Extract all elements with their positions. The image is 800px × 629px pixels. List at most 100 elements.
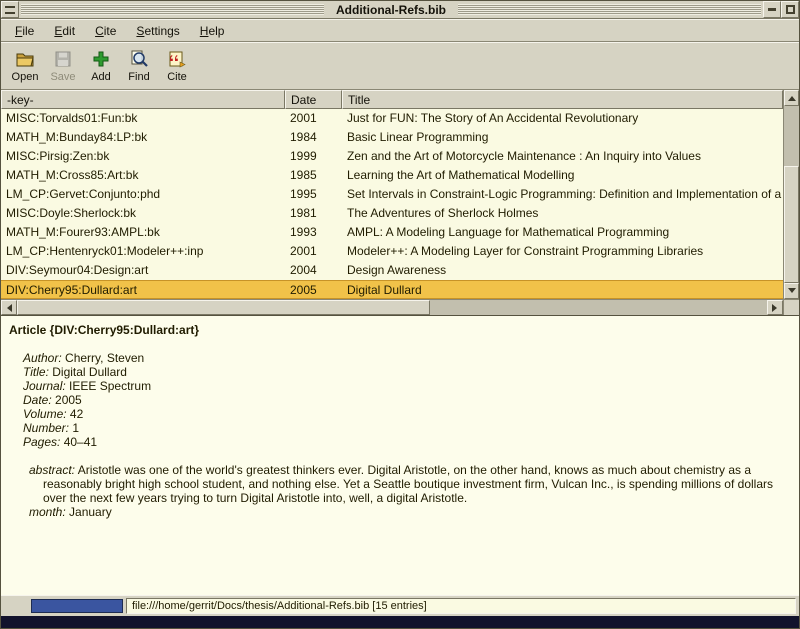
detail-field-journal: Journal: IEEE Spectrum [23,379,791,393]
row-title: Design Awareness [342,261,783,280]
field-label: month: [29,505,66,519]
row-key: MISC:Pirsig:Zen:bk [1,147,285,166]
vertical-scroll-thumb[interactable] [784,166,799,283]
field-label: abstract: [29,463,75,477]
scroll-left-icon [3,304,12,312]
find-magnifier-icon [129,49,149,69]
scroll-up-icon [788,92,796,101]
detail-field-date: Date: 2005 [23,393,791,407]
table-row[interactable]: MATH_M:Bunday84:LP:bk 1984 Basic Linear … [1,128,783,147]
menu-edit[interactable]: Edit [46,21,83,41]
entry-heading: Article {DIV:Cherry95:Dullard:art} [9,323,791,337]
minimize-button[interactable] [763,1,781,18]
titlebar-ridge [458,4,761,15]
status-text: file:///home/gerrit/Docs/thesis/Addition… [126,598,796,614]
detail-field-author: Author: Cherry, Steven [23,351,791,365]
horizontal-scroll-track[interactable] [17,300,767,315]
row-title: Digital Dullard [342,281,783,298]
window-menu-icon [5,6,15,14]
minimize-icon [768,8,776,11]
field-label: Number: [23,421,69,435]
menu-help[interactable]: Help [192,21,233,41]
row-title: Basic Linear Programming [342,128,783,147]
detail-field-pages: Pages: 40–41 [23,435,791,449]
toolbar-button add-button[interactable]: Add [83,44,119,88]
menubar: File Edit Cite Settings Help [1,19,799,42]
table-row[interactable]: DIV:Cherry95:Dullard:art 2005 Digital Du… [1,280,783,299]
save-floppy-icon [53,49,73,69]
row-key: MATH_M:Cross85:Art:bk [1,166,285,185]
titlebar[interactable]: Additional-Refs.bib [1,1,799,19]
row-title: Learning the Art of Mathematical Modelli… [342,166,783,185]
bottom-strip [1,616,799,628]
toolbar-button cite-button[interactable]: Cite [159,44,195,88]
row-date: 2004 [285,261,342,280]
row-date: 2001 [285,242,342,261]
menu-cite[interactable]: Cite [87,21,124,41]
row-title: The Adventures of Sherlock Holmes [342,204,783,223]
open-folder-icon [15,49,35,69]
table-row[interactable]: MISC:Doyle:Sherlock:bk 1981 The Adventur… [1,204,783,223]
row-date: 1995 [285,185,342,204]
scroll-left-button[interactable] [1,300,17,315]
horizontal-scroll-thumb[interactable] [17,300,430,315]
row-title: Just for FUN: The Story of An Accidental… [342,109,783,128]
field-label: Journal: [23,379,66,393]
table-body: MISC:Torvalds01:Fun:bk 2001 Just for FUN… [1,109,783,299]
toolbar-button-label: Add [91,71,111,83]
row-key: DIV:Seymour04:Design:art [1,261,285,280]
row-title: Zen and the Art of Motorcycle Maintenanc… [342,147,783,166]
table-row[interactable]: MATH_M:Cross85:Art:bk 1985 Learning the … [1,166,783,185]
toolbar-button-label: Cite [167,71,187,83]
field-value: Digital Dullard [52,365,127,379]
scroll-up-button[interactable] [784,90,799,106]
field-label: Pages: [23,435,60,449]
detail-field-abstract: abstract: Aristotle was one of the world… [29,463,781,505]
table-header: -key- Date Title [1,90,783,109]
row-date: 1981 [285,204,342,223]
window-menu-button[interactable] [1,1,19,18]
table-row[interactable]: MATH_M:Fourer93:AMPL:bk 1993 AMPL: A Mod… [1,223,783,242]
row-key: LM_CP:Gervet:Conjunto:phd [1,185,285,204]
toolbar-button-label: Open [12,71,39,83]
toolbar-button open-button[interactable]: Open [7,44,43,88]
scroll-down-icon [788,288,796,297]
detail-field-title: Title: Digital Dullard [23,365,791,379]
row-title: AMPL: A Modeling Language for Mathematic… [342,223,783,242]
scroll-down-button[interactable] [784,283,799,299]
scroll-right-button[interactable] [767,300,783,315]
table-row[interactable]: LM_CP:Hentenryck01:Modeler++:inp 2001 Mo… [1,242,783,261]
row-date: 1999 [285,147,342,166]
scroll-right-icon [772,304,781,312]
add-plus-icon [91,49,111,69]
row-date: 2005 [285,281,342,298]
toolbar-button find-button[interactable]: Find [121,44,157,88]
table-row[interactable]: LM_CP:Gervet:Conjunto:phd 1995 Set Inter… [1,185,783,204]
field-value: 1 [72,421,79,435]
field-value: 2005 [55,393,82,407]
statusbar: file:///home/gerrit/Docs/thesis/Addition… [1,595,799,616]
field-value: IEEE Spectrum [69,379,151,393]
table-row[interactable]: MISC:Pirsig:Zen:bk 1999 Zen and the Art … [1,147,783,166]
status-spacer [4,599,28,614]
column-header-title[interactable]: Title [342,90,783,109]
field-value: 40–41 [64,435,97,449]
menu-file[interactable]: File [7,21,42,41]
vertical-scroll-track[interactable] [784,106,799,283]
row-title: Set Intervals in Constraint-Logic Progra… [342,185,783,204]
column-header-key[interactable]: -key- [1,90,285,109]
horizontal-scrollbar[interactable] [1,299,783,315]
table-row[interactable]: MISC:Torvalds01:Fun:bk 2001 Just for FUN… [1,109,783,128]
menu-settings[interactable]: Settings [128,21,187,41]
maximize-button[interactable] [781,1,799,18]
column-header-date[interactable]: Date [285,90,342,109]
maximize-icon [786,5,795,14]
vertical-scrollbar[interactable] [783,90,799,299]
app-window: Additional-Refs.bib File Edit Cite Setti… [0,0,800,629]
table-row[interactable]: DIV:Seymour04:Design:art 2004 Design Awa… [1,261,783,280]
row-key: MISC:Torvalds01:Fun:bk [1,109,285,128]
row-date: 2001 [285,109,342,128]
detail-field-number: Number: 1 [23,421,791,435]
field-value: Cherry, Steven [65,351,144,365]
detail-field-volume: Volume: 42 [23,407,791,421]
